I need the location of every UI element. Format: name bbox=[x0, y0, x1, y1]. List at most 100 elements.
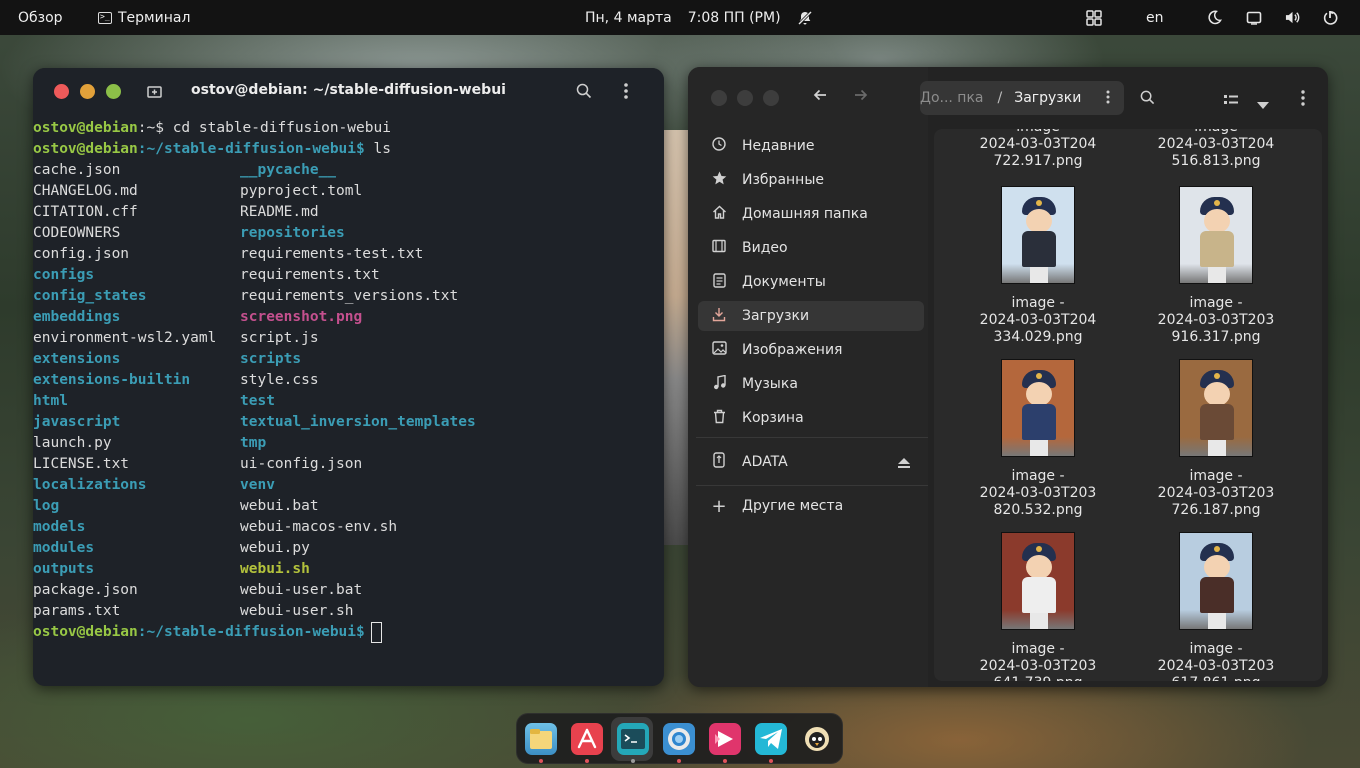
ls-entry: ui-config.json bbox=[240, 456, 363, 472]
ls-entry: CITATION.cff bbox=[33, 204, 138, 220]
sidebar-item-clock[interactable]: Недавние bbox=[698, 131, 924, 161]
file-grid[interactable]: image2024-03-03T204722.917.pngimage2024-… bbox=[934, 129, 1322, 681]
volume-button[interactable] bbox=[1284, 0, 1301, 35]
menu-kebab-icon[interactable] bbox=[1301, 90, 1305, 110]
sidebar-item-video[interactable]: Видео bbox=[698, 233, 924, 263]
media-app-icon[interactable] bbox=[709, 723, 741, 755]
terminal-title: ostov@debian: ~/stable-diffusion-webui bbox=[191, 82, 506, 98]
avatar-app-icon[interactable] bbox=[801, 723, 833, 755]
path-parent[interactable]: До... пка bbox=[920, 90, 984, 106]
file-item[interactable]: image -2024-03-03T204 334.029.png bbox=[949, 186, 1127, 346]
forward-arrow-icon[interactable] bbox=[853, 87, 869, 108]
ls-entry: __pycache__ bbox=[240, 162, 337, 178]
eject-icon[interactable] bbox=[898, 456, 910, 472]
clock[interactable]: Пн, 4 марта 7:08 ПП (PM) bbox=[585, 0, 813, 35]
ls-output: cache.json __pycache__ CHANGELOG.md pyproje… bbox=[33, 160, 664, 622]
file-item[interactable]: image -2024-03-03T203 916.317.png bbox=[1127, 186, 1305, 346]
file-manager-window[interactable]: Недавние Избранные Домашняя папка Видео Доку… bbox=[688, 67, 1328, 687]
ls-entry: venv bbox=[240, 477, 275, 493]
terminal-line: ostov@debian:~/stable-diffusion-webui$ l… bbox=[33, 139, 664, 160]
ls-row: CODEOWNERS repositories bbox=[33, 223, 664, 244]
maximize-button[interactable] bbox=[763, 90, 779, 106]
file-name-line: 2024-03-03T203 bbox=[1157, 485, 1275, 501]
file-item[interactable]: image2024-03-03T204722.917.png bbox=[949, 129, 1127, 170]
sidebar-item-label: Избранные bbox=[742, 172, 824, 188]
sidebar-item-home[interactable]: Домашняя папка bbox=[698, 199, 924, 229]
image-thumbnail bbox=[1001, 186, 1075, 284]
ls-row: CITATION.cff README.md bbox=[33, 202, 664, 223]
video-icon bbox=[708, 239, 730, 257]
files-app-icon[interactable] bbox=[525, 723, 557, 755]
path-bar[interactable]: До... пка / Загрузки bbox=[920, 81, 1124, 115]
sidebar-item-trash[interactable]: Корзина bbox=[698, 403, 924, 433]
clock-time: 7:08 ПП (PM) bbox=[687, 9, 781, 26]
list-view-icon[interactable] bbox=[1224, 91, 1238, 110]
close-button[interactable] bbox=[711, 90, 727, 106]
file-item[interactable]: image -2024-03-03T203 726.187.png bbox=[1127, 359, 1305, 519]
sidebar-item-drive[interactable]: ADATA bbox=[698, 447, 924, 477]
telegram-app-icon[interactable] bbox=[755, 723, 787, 755]
sidebar-item-document[interactable]: Документы bbox=[698, 267, 924, 297]
screen-icon bbox=[1246, 11, 1262, 25]
notifications-muted-icon bbox=[797, 10, 813, 26]
ls-row: launch.py tmp bbox=[33, 433, 664, 454]
power-button[interactable] bbox=[1322, 0, 1338, 35]
ls-entry: script.js bbox=[240, 330, 319, 346]
ls-entry: launch.py bbox=[33, 435, 112, 451]
image-thumbnail bbox=[1001, 359, 1075, 457]
file-item[interactable]: image2024-03-03T204516.813.png bbox=[1127, 129, 1305, 170]
file-item[interactable]: image -2024-03-03T203 820.532.png bbox=[949, 359, 1127, 519]
ls-entry: webui-user.bat bbox=[240, 582, 363, 598]
image-thumbnail bbox=[1001, 532, 1075, 630]
terminal-line: ostov@debian:~$ cd stable-diffusion-webu… bbox=[33, 118, 664, 139]
chromium-app-icon[interactable] bbox=[663, 723, 695, 755]
sidebar-item-image[interactable]: Изображения bbox=[698, 335, 924, 365]
file-item[interactable]: image -2024-03-03T203641.739.png bbox=[949, 532, 1127, 681]
search-icon[interactable] bbox=[1140, 90, 1155, 109]
plus-icon: + bbox=[711, 495, 727, 517]
file-name-line: 722.917.png bbox=[993, 153, 1083, 169]
software-app-icon[interactable] bbox=[571, 723, 603, 755]
ls-entry: webui-macos-env.sh bbox=[240, 519, 398, 535]
star-icon bbox=[708, 171, 730, 189]
sidebar-item-star[interactable]: Избранные bbox=[698, 165, 924, 195]
app-menu[interactable]: >_ Терминал bbox=[98, 0, 190, 35]
grid-icon bbox=[1086, 9, 1102, 26]
sidebar-item-label: Изображения bbox=[742, 342, 843, 358]
minimize-button[interactable] bbox=[737, 90, 753, 106]
ls-entry: extensions bbox=[33, 351, 121, 367]
terminal-window[interactable]: ostov@debian: ~/stable-diffusion-webui o… bbox=[33, 68, 664, 686]
back-arrow-icon[interactable] bbox=[812, 87, 828, 108]
ls-entry: config_states bbox=[33, 288, 147, 304]
ls-entry: requirements-test.txt bbox=[240, 246, 424, 262]
screen-button[interactable] bbox=[1246, 0, 1262, 35]
terminal-output[interactable]: ostov@debian:~$ cd stable-diffusion-webu… bbox=[33, 118, 664, 643]
file-item[interactable]: image -2024-03-03T203617.861.png bbox=[1127, 532, 1305, 681]
ls-entry: webui.py bbox=[240, 540, 310, 556]
path-menu-kebab-icon[interactable] bbox=[1106, 90, 1110, 108]
keyboard-layout-label: en bbox=[1146, 9, 1164, 26]
ls-row: modules webui.py bbox=[33, 538, 664, 559]
ls-entry: outputs bbox=[33, 561, 95, 577]
document-icon bbox=[708, 272, 730, 292]
file-name-line: 2024-03-03T203 bbox=[979, 485, 1097, 501]
terminal-header: ostov@debian: ~/stable-diffusion-webui bbox=[33, 68, 664, 114]
file-name-line: image - bbox=[1189, 468, 1243, 484]
activities-button[interactable]: Обзор bbox=[18, 0, 63, 35]
file-name-line: 516.813.png bbox=[1171, 153, 1261, 169]
menu-kebab-icon[interactable] bbox=[623, 82, 629, 100]
chevron-down-icon[interactable] bbox=[1257, 94, 1269, 113]
apps-grid-button[interactable] bbox=[1086, 0, 1102, 35]
keyboard-layout[interactable]: en bbox=[1146, 0, 1164, 35]
sidebar-item-music[interactable]: Музыка bbox=[698, 369, 924, 399]
download-icon bbox=[708, 307, 730, 326]
path-current[interactable]: Загрузки bbox=[1014, 90, 1081, 106]
running-indicator bbox=[723, 759, 727, 763]
search-icon[interactable] bbox=[576, 83, 592, 99]
terminal-app-icon[interactable] bbox=[617, 723, 649, 755]
night-light-button[interactable] bbox=[1207, 0, 1222, 35]
sidebar-item-download[interactable]: Загрузки bbox=[698, 301, 924, 331]
file-name-line: 820.532.png bbox=[993, 502, 1083, 518]
file-name-line: 2024-03-03T204 bbox=[1157, 136, 1275, 152]
sidebar-item-other-places[interactable]: + Другие места bbox=[698, 491, 924, 521]
